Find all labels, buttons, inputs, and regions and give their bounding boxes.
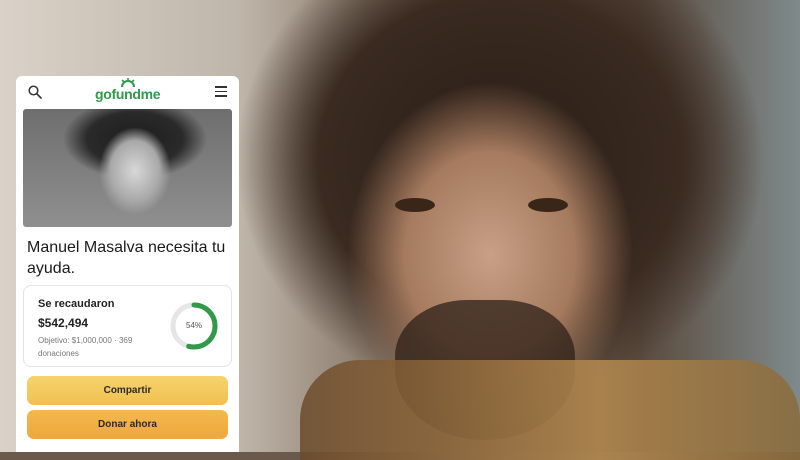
campaign-title: Manuel Masalva necesita tu ayuda. [27,239,226,277]
raised-label: Se recaudaron [38,298,115,310]
donate-button[interactable]: Donar ahora [27,410,228,439]
campaign-photo [23,109,232,227]
photo-shirt [300,360,800,460]
menu-icon[interactable] [215,86,227,97]
photo-eye-right [528,198,568,212]
progress-percent: 54% [185,321,202,330]
gofundme-logo[interactable]: gofundme [95,86,161,102]
gofundme-campaign-card: gofundme Manuel Masalva necesita tu ayud… [16,76,239,452]
top-bar: gofundme [16,76,239,108]
share-button[interactable]: Compartir [27,376,228,405]
search-icon[interactable] [28,85,42,99]
photo-eye-left [395,198,435,212]
donation-stats-box: Se recaudaron $542,494 Objetivo: $1,000,… [23,285,232,367]
raised-amount: $542,494 [38,316,89,330]
goal-and-donations: Objetivo: $1,000,000 · 369 donaciones [38,336,133,358]
